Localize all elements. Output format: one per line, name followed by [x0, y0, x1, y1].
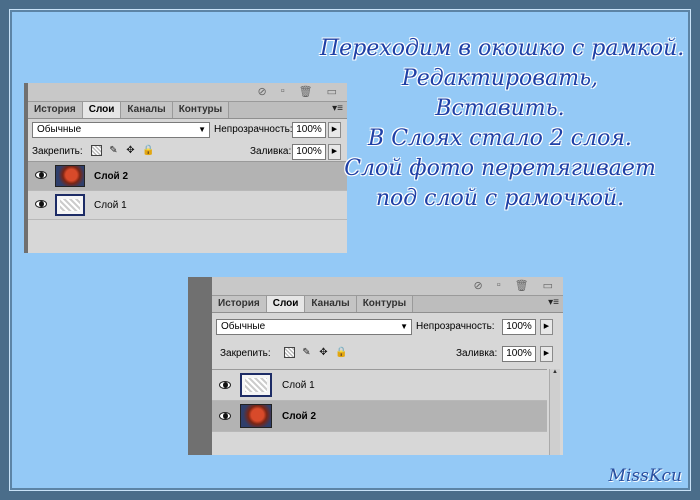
lock-all-icon[interactable]: 🔒 [335, 347, 347, 358]
lock-transparency-icon[interactable] [91, 145, 102, 156]
lock-brush-icon[interactable]: ✎ [108, 145, 119, 156]
dropdown-arrow-icon: ▼ [400, 322, 408, 331]
opacity-input[interactable]: 100% [502, 319, 536, 335]
tab-history[interactable]: История [28, 102, 83, 118]
layers-scrollbar[interactable]: ▲ [549, 369, 560, 455]
tab-paths[interactable]: Контуры [172, 102, 230, 118]
trash-icon[interactable]: 🗑 [515, 279, 529, 292]
panel-menu-icon[interactable]: ▾≡ [548, 297, 559, 308]
fill-slider-button[interactable]: ▶ [540, 346, 553, 362]
lock-all-icon[interactable]: 🔒 [142, 145, 154, 156]
eye-icon[interactable] [34, 170, 48, 180]
layer-name: Слой 1 [94, 200, 127, 211]
blend-mode-select[interactable]: Обычные ▼ [216, 319, 412, 335]
caption-line: под слой с рамочкой. [375, 186, 625, 211]
layer-name: Слой 1 [282, 380, 315, 391]
tab-channels[interactable]: Каналы [305, 296, 357, 312]
instruction-caption: Переходим в окошко с рамкой. Редактирова… [320, 34, 685, 214]
tab-paths[interactable]: Контуры [356, 296, 414, 312]
new-doc-icon[interactable]: ▫ [281, 85, 285, 98]
layer-thumbnail [55, 194, 85, 216]
eye-icon[interactable] [218, 380, 232, 390]
lock-move-icon[interactable]: ✥ [125, 145, 136, 156]
eye-icon[interactable] [34, 199, 48, 209]
lock-label: Закрепить: [220, 348, 271, 359]
no-icon[interactable]: ⊘ [258, 85, 267, 98]
layer-row[interactable]: Слой 1 [28, 191, 347, 220]
caption-line: Слой фото перетягивает [344, 156, 656, 181]
fill-label: Заливка: [456, 348, 498, 359]
scroll-up-icon[interactable]: ▲ [550, 369, 560, 379]
caption-line: Вставить. [435, 96, 565, 121]
trash-icon[interactable]: 🗑 [299, 85, 313, 98]
opacity-label: Непрозрачность: [214, 124, 293, 135]
blend-mode-select[interactable]: Обычные ▼ [32, 122, 210, 138]
tab-layers[interactable]: Слои [82, 102, 122, 118]
tab-history[interactable]: История [212, 296, 267, 312]
panel-options-icon[interactable]: ▭ [543, 279, 553, 292]
layer-thumbnail [55, 165, 85, 187]
fill-input[interactable]: 100% [502, 346, 536, 362]
panel-titlebar: ⊘ ▫ 🗑 ▭ [28, 83, 347, 102]
author-signature: MissKcu [608, 466, 682, 486]
lock-move-icon[interactable]: ✥ [318, 347, 329, 358]
layer-name: Слой 2 [282, 411, 317, 422]
layer-name: Слой 2 [94, 171, 129, 182]
panel-tabs: История Слои Каналы Контуры ▾≡ [28, 102, 347, 119]
layer-row[interactable]: Слой 1 [212, 370, 547, 401]
tab-layers[interactable]: Слои [266, 296, 306, 312]
panel-dock-strip [188, 277, 212, 455]
layers-panel-before: ⊘ ▫ 🗑 ▭ История Слои Каналы Контуры ▾≡ О… [24, 83, 347, 253]
blend-mode-value: Обычные [37, 124, 82, 135]
lock-label: Закрепить: [32, 146, 83, 157]
opacity-label: Непрозрачность: [416, 321, 495, 332]
lock-transparency-icon[interactable] [284, 347, 295, 358]
blend-mode-value: Обычные [221, 321, 266, 332]
caption-line: Переходим в окошко с рамкой. [320, 36, 685, 61]
layers-list: Слой 1 Слой 2 [212, 369, 547, 432]
layers-list: Слой 2 Слой 1 [28, 161, 347, 220]
layer-thumbnail [240, 404, 272, 428]
tab-channels[interactable]: Каналы [121, 102, 173, 118]
layer-row[interactable]: Слой 2 [212, 401, 547, 432]
layers-panel-after: ⊘ ▫ 🗑 ▭ История Слои Каналы Контуры ▾≡ О… [188, 277, 563, 455]
layer-row[interactable]: Слой 2 [28, 162, 347, 191]
lock-brush-icon[interactable]: ✎ [301, 347, 312, 358]
panel-tabs: История Слои Каналы Контуры ▾≡ [212, 296, 563, 313]
caption-line: Редактировать, [401, 66, 599, 91]
layer-thumbnail [240, 373, 272, 397]
dropdown-arrow-icon: ▼ [198, 125, 206, 134]
panel-titlebar: ⊘ ▫ 🗑 ▭ [212, 277, 563, 296]
opacity-slider-button[interactable]: ▶ [540, 319, 553, 335]
eye-icon[interactable] [218, 411, 232, 421]
caption-line: В Слоях стало 2 слоя. [368, 126, 632, 151]
no-icon[interactable]: ⊘ [474, 279, 483, 292]
fill-label: Заливка: [250, 146, 292, 157]
new-doc-icon[interactable]: ▫ [497, 279, 501, 292]
